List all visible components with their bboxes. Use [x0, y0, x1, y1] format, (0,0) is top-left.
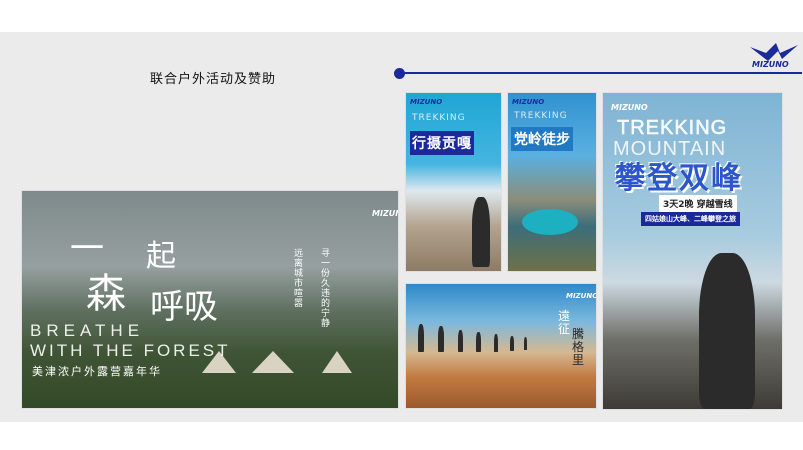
poster-title: 攀登双峰 [615, 161, 743, 196]
poster-vertical-text: 騰格里 [572, 327, 585, 367]
poster-desert: MIZUNO 遠征 騰格里 [406, 284, 596, 408]
poster-english-line: BREATHE [30, 321, 145, 340]
top-band [0, 0, 803, 32]
poster-dangling: MIZUNO TREKKING 党岭徒步 [508, 93, 596, 271]
poster-logo: MIZUNO [410, 98, 443, 106]
poster-english: TREKKING [412, 113, 466, 123]
hiker-figure [494, 334, 498, 352]
hiker-figure [438, 326, 444, 352]
slide-title: 联合户外活动及赞助 [150, 72, 277, 87]
poster-logo: MIZUNO [611, 103, 648, 112]
hiker-figure [418, 324, 424, 352]
poster-logo: MIZUNO [512, 98, 545, 106]
poster-vertical-text: 遠征 [558, 309, 571, 336]
poster-logo: MIZUNO [566, 292, 596, 300]
poster-tag: 四姑娘山大峰、二峰攀登之旅 [641, 212, 740, 226]
poster-footer: 美津浓户外露营嘉年华 [32, 365, 162, 378]
poster-heading: 呼吸 [150, 287, 218, 327]
tent-shape [322, 351, 352, 373]
hiker-figure [524, 337, 527, 350]
poster-english-line: TREKKING [617, 117, 728, 140]
poster-forest: MIZUNO 一 起 森 呼吸 BREATHE WITH THE FOREST … [22, 191, 398, 408]
bottom-band [0, 422, 803, 450]
hiker-figure [476, 332, 481, 352]
title-divider-line [403, 72, 802, 74]
poster-heading: 森 [86, 271, 126, 317]
poster-vertical-text: 寻一份久违的宁静 [321, 249, 331, 329]
hiker-figure [458, 330, 463, 352]
poster-title: 党岭徒步 [511, 127, 573, 151]
lake-shape [522, 209, 578, 235]
climber-figure [699, 253, 755, 409]
poster-vertical-text: 远离城市喧嚣 [294, 249, 304, 309]
poster-heading: 起 [146, 239, 176, 274]
tent-shape [252, 351, 294, 373]
hiker-figure [472, 197, 490, 267]
poster-english-line: WITH THE FOREST [30, 341, 231, 360]
brand-name: MIZUNO [752, 60, 789, 69]
poster-tag: 3天2晚 穿越雪线 [659, 195, 737, 212]
poster-english: TREKKING [514, 111, 568, 121]
poster-title: 行摄贡嘎 [410, 131, 474, 155]
poster-logo: MIZUNO [372, 209, 398, 218]
poster-shuangfeng: MIZUNO TREKKING MOUNTAIN 攀登双峰 3天2晚 穿越雪线 … [603, 93, 782, 409]
hiker-figure [510, 336, 514, 351]
poster-gongga: MIZUNO TREKKING 行摄贡嘎 [406, 93, 501, 271]
